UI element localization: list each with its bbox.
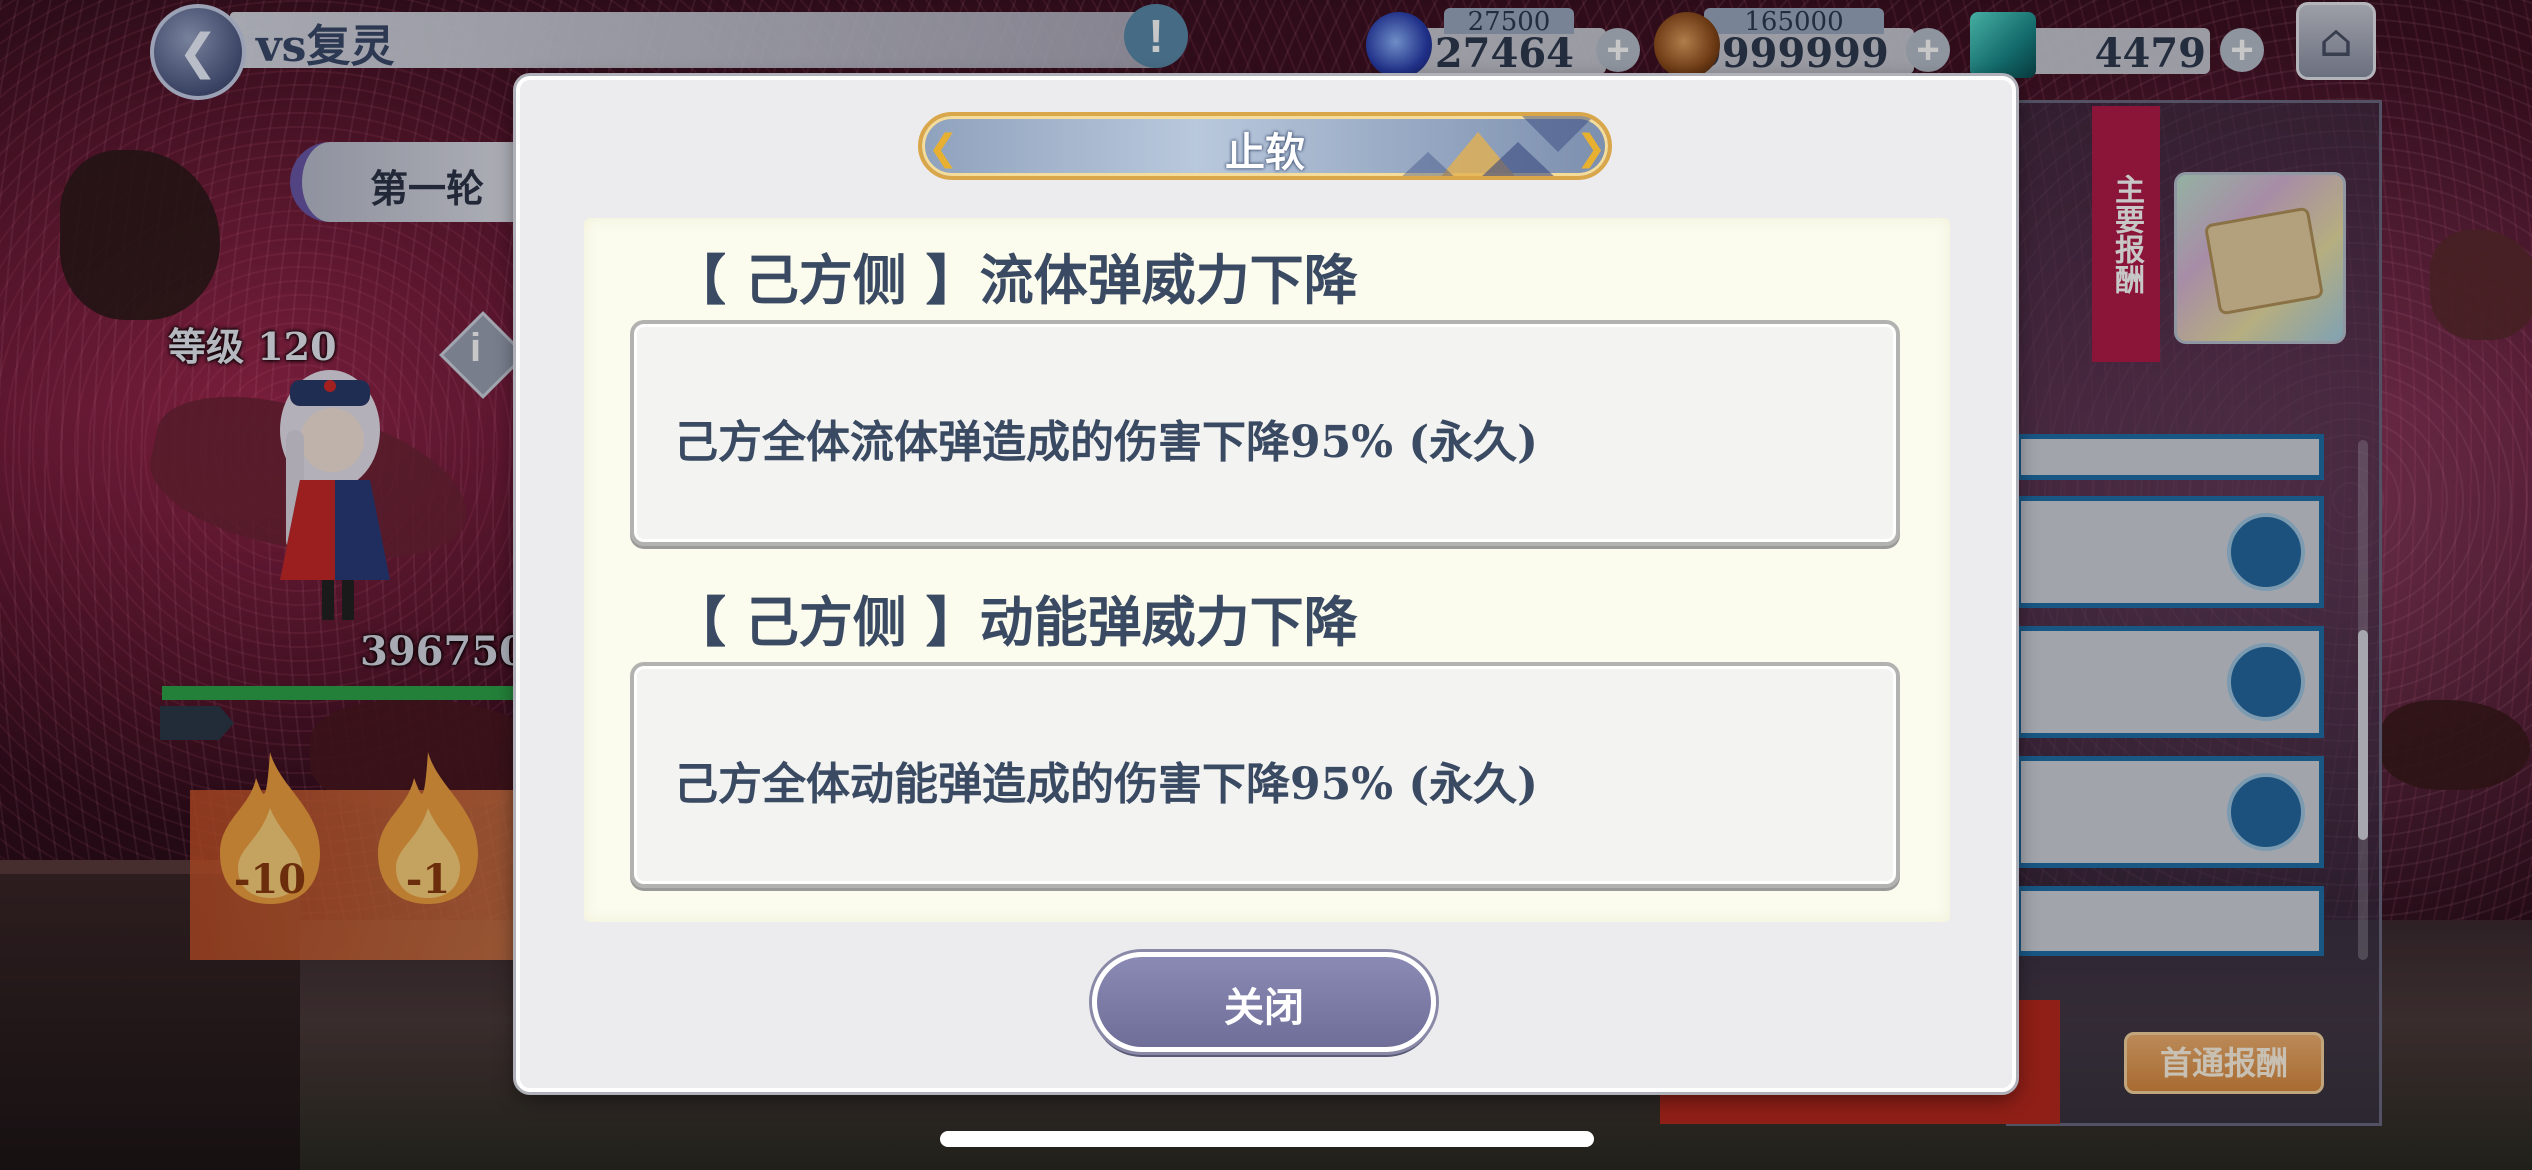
effect-description: 己方全体动能弹造成的伤害下降95% (永久) — [674, 759, 1538, 810]
effect-title: 【 己方侧 】动能弹威力下降 — [672, 590, 1358, 654]
effect-description: 己方全体流体弹造成的伤害下降95% (永久) — [674, 417, 1538, 468]
close-button-label[interactable]: 关闭 — [1092, 975, 1436, 1033]
effect-title: 【 己方侧 】流体弹威力下降 — [672, 248, 1358, 312]
game-screen: vs复灵 ❮ ! 27500 27464 + 165000 9999999 + … — [0, 0, 2532, 1170]
dialog-title: 止软 — [1225, 129, 1305, 176]
home-indicator[interactable] — [940, 1131, 1594, 1147]
